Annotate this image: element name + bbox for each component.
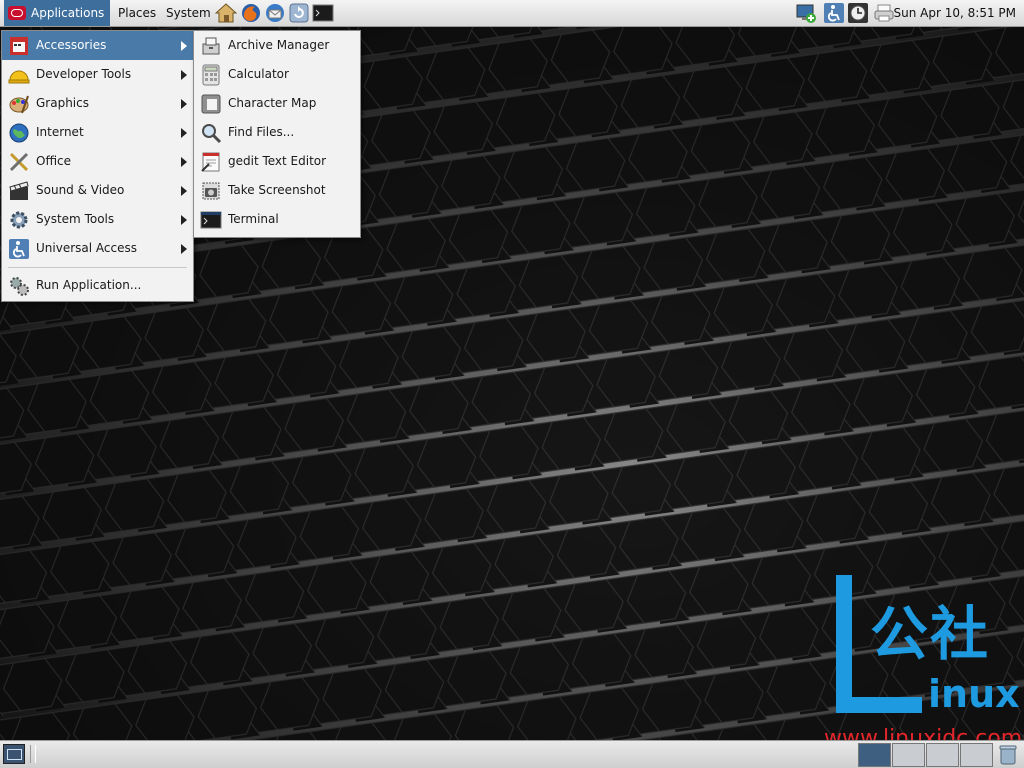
submenu-arrow-icon — [181, 215, 187, 225]
watermark-chinese-text: 公社 — [870, 600, 991, 668]
menu-item-office[interactable]: Office — [2, 147, 193, 176]
menu-separator — [8, 267, 187, 268]
screenshot-icon — [202, 182, 220, 200]
menu-item-character-map[interactable]: Character Map — [194, 89, 360, 118]
submenu-arrow-icon — [181, 70, 187, 80]
menu-item-graphics[interactable]: Graphics — [2, 89, 193, 118]
menu-item-sound-video[interactable]: Sound & Video — [2, 176, 193, 205]
home-folder-icon[interactable] — [215, 2, 237, 24]
terminal-icon — [200, 211, 222, 229]
applications-label: Applications — [31, 6, 105, 20]
developer-tools-icon — [8, 70, 30, 84]
accessories-submenu: Archive Manager Calculator Character Map… — [193, 30, 361, 238]
menu-item-calculator[interactable]: Calculator — [194, 60, 360, 89]
thunderbird-icon[interactable] — [264, 2, 286, 24]
menu-item-run-application[interactable]: Run Application... — [2, 271, 193, 300]
office-icon — [9, 152, 29, 172]
submenu-arrow-icon — [181, 41, 187, 51]
accessibility-icon[interactable] — [823, 2, 845, 24]
menu-item-accessories[interactable]: Accessories — [2, 31, 193, 60]
character-map-icon — [201, 94, 221, 114]
menu-item-internet[interactable]: Internet — [2, 118, 193, 147]
universal-access-icon — [9, 239, 29, 259]
menu-item-take-screenshot[interactable]: Take Screenshot — [194, 176, 360, 205]
top-panel: Applications Places System Sun Apr 10, 8… — [0, 0, 1024, 27]
menu-item-universal-access[interactable]: Universal Access — [2, 234, 193, 263]
printer-icon[interactable] — [873, 2, 895, 24]
clock-icon[interactable] — [847, 2, 869, 24]
places-menu-button[interactable]: Places — [113, 0, 161, 26]
trash-icon[interactable] — [998, 744, 1018, 765]
watermark-latin-text: inux — [928, 672, 1020, 716]
linuxidc-watermark: 公社 inux www.linuxidc.com — [824, 575, 1022, 765]
bottom-panel — [0, 740, 1024, 768]
terminal-icon[interactable] — [312, 2, 334, 24]
firefox-icon[interactable] — [240, 2, 262, 24]
panel-handle[interactable] — [30, 745, 36, 763]
submenu-arrow-icon — [181, 244, 187, 254]
archive-manager-icon — [202, 37, 220, 55]
menu-item-terminal[interactable]: Terminal — [194, 205, 360, 234]
workspace-1[interactable] — [858, 743, 891, 767]
menu-item-system-tools[interactable]: System Tools — [2, 205, 193, 234]
text-editor-icon — [201, 152, 220, 172]
system-menu-button[interactable]: System — [161, 0, 216, 26]
network-icon[interactable] — [795, 2, 817, 24]
show-desktop-button[interactable] — [3, 744, 25, 764]
submenu-arrow-icon — [181, 157, 187, 167]
accessories-icon — [10, 37, 28, 55]
workspace-4[interactable] — [960, 743, 993, 767]
menu-item-archive-manager[interactable]: Archive Manager — [194, 31, 360, 60]
applications-menu-button[interactable]: Applications — [4, 0, 111, 26]
menu-item-gedit-text-editor[interactable]: gedit Text Editor — [194, 147, 360, 176]
workspace-3[interactable] — [926, 743, 959, 767]
oracle-logo-icon — [8, 5, 26, 20]
find-files-icon — [202, 124, 222, 144]
calculator-icon — [202, 64, 220, 86]
workspace-2[interactable] — [892, 743, 925, 767]
system-tools-icon — [10, 211, 28, 229]
graphics-icon — [9, 95, 29, 114]
internet-icon — [9, 123, 29, 143]
menu-item-developer-tools[interactable]: Developer Tools — [2, 60, 193, 89]
clock-text[interactable]: Sun Apr 10, 8:51 PM — [894, 0, 1016, 26]
submenu-arrow-icon — [181, 99, 187, 109]
update-icon[interactable] — [288, 2, 310, 24]
applications-menu: Accessories Developer Tools Graphics Int… — [1, 30, 194, 302]
menu-item-find-files[interactable]: Find Files... — [194, 118, 360, 147]
sound-video-icon — [9, 181, 29, 200]
run-application-icon — [10, 277, 29, 296]
submenu-arrow-icon — [181, 186, 187, 196]
submenu-arrow-icon — [181, 128, 187, 138]
